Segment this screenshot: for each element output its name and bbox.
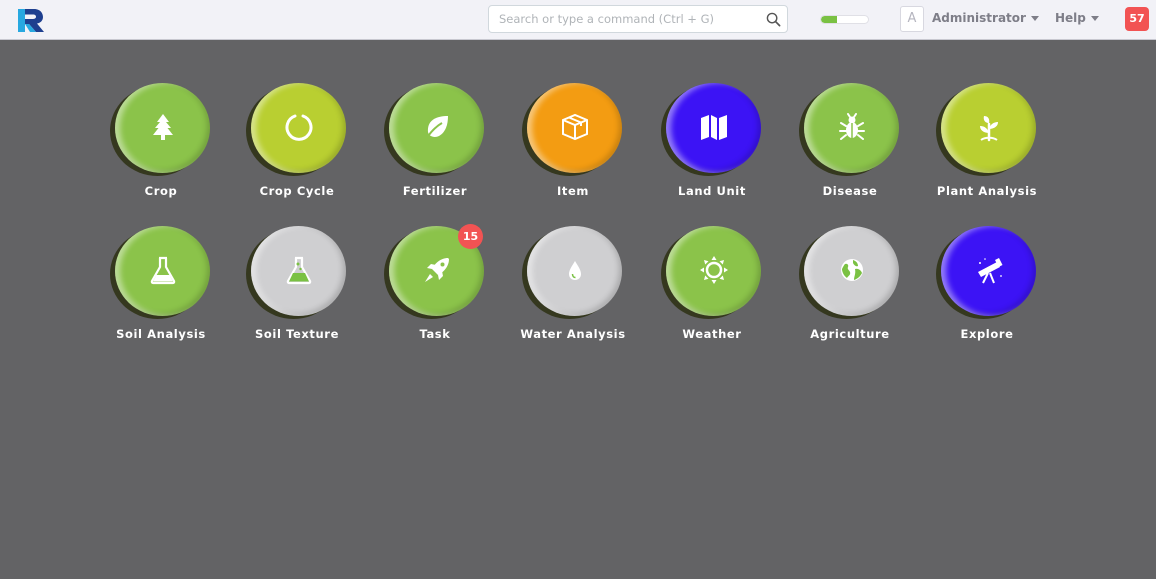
module-circle[interactable]	[527, 83, 622, 173]
flask-fill-icon	[286, 256, 312, 285]
module-circle[interactable]	[115, 226, 210, 316]
module-water-analysis[interactable]: Water Analysis	[513, 226, 633, 356]
task-count-badge: 15	[458, 224, 483, 249]
help-menu-label: Help	[1055, 11, 1086, 25]
module-crop-cycle[interactable]: Crop Cycle	[237, 83, 357, 213]
module-label: Agriculture	[810, 327, 890, 341]
module-circle[interactable]	[527, 226, 622, 316]
module-soil-texture[interactable]: Soil Texture	[237, 226, 357, 356]
search-icon[interactable]	[766, 12, 781, 27]
module-task[interactable]: Task 15	[375, 224, 495, 356]
rocket-icon	[425, 258, 449, 282]
help-menu-dropdown[interactable]: Help	[1055, 11, 1099, 29]
module-land-unit[interactable]: Land Unit	[652, 83, 772, 213]
module-circle[interactable]	[251, 226, 346, 316]
box-icon	[562, 113, 588, 141]
module-label: Crop	[144, 184, 178, 198]
module-label: Water Analysis	[520, 327, 626, 341]
module-label: Land Unit	[678, 184, 746, 198]
module-circle[interactable]	[666, 83, 761, 173]
module-weather[interactable]: Weather	[652, 226, 772, 356]
app-logo-icon[interactable]	[16, 7, 46, 33]
module-circle[interactable]	[389, 83, 484, 173]
chevron-down-icon	[1090, 16, 1099, 21]
module-soil-analysis[interactable]: Soil Analysis	[101, 226, 221, 356]
seedling-icon	[980, 116, 998, 142]
module-label: Plant Analysis	[936, 184, 1038, 198]
module-circle[interactable]	[804, 226, 899, 316]
setup-progress-bar	[820, 15, 869, 24]
leaf-icon	[425, 116, 448, 140]
module-label: Item	[557, 184, 589, 198]
avatar[interactable]: A	[900, 6, 924, 32]
circle-icon	[285, 114, 313, 141]
map-icon	[701, 115, 727, 140]
droplet-icon	[569, 261, 581, 280]
chevron-down-icon	[1030, 16, 1039, 21]
module-circle[interactable]	[941, 226, 1036, 316]
module-label: Explore	[960, 327, 1014, 341]
progress-fill	[821, 16, 838, 23]
module-circle[interactable]	[666, 226, 761, 316]
module-fertilizer[interactable]: Fertilizer	[375, 83, 495, 213]
module-disease[interactable]: Disease	[790, 83, 910, 213]
module-label: Task	[419, 327, 451, 341]
notifications-badge[interactable]: 57	[1125, 7, 1149, 31]
module-agriculture[interactable]: Agriculture	[790, 226, 910, 356]
module-label: Weather	[682, 327, 742, 341]
sun-icon	[700, 256, 728, 284]
module-plant-analysis[interactable]: Plant Analysis	[927, 83, 1047, 213]
module-label: Soil Analysis	[116, 327, 206, 341]
user-menu-dropdown[interactable]: Administrator	[932, 11, 1039, 29]
globe-icon	[841, 259, 863, 281]
search-input[interactable]	[489, 6, 759, 32]
module-crop[interactable]: Crop	[101, 83, 221, 213]
flask-icon	[150, 256, 176, 285]
tree-icon	[153, 114, 173, 140]
module-item[interactable]: Item	[513, 83, 633, 213]
module-explore[interactable]: Explore	[927, 226, 1047, 356]
module-circle[interactable]	[804, 83, 899, 173]
module-circle[interactable]	[115, 83, 210, 173]
telescope-icon	[978, 258, 1003, 284]
top-navbar: A Administrator Help 57	[0, 0, 1156, 40]
module-label: Disease	[822, 184, 878, 198]
module-label: Soil Texture	[255, 327, 339, 341]
module-label: Fertilizer	[402, 184, 468, 198]
user-menu-label: Administrator	[932, 11, 1026, 25]
module-label: Crop Cycle	[259, 184, 335, 198]
bug-icon	[839, 113, 865, 140]
module-circle[interactable]	[251, 83, 346, 173]
module-circle[interactable]	[941, 83, 1036, 173]
search-box	[488, 5, 788, 33]
